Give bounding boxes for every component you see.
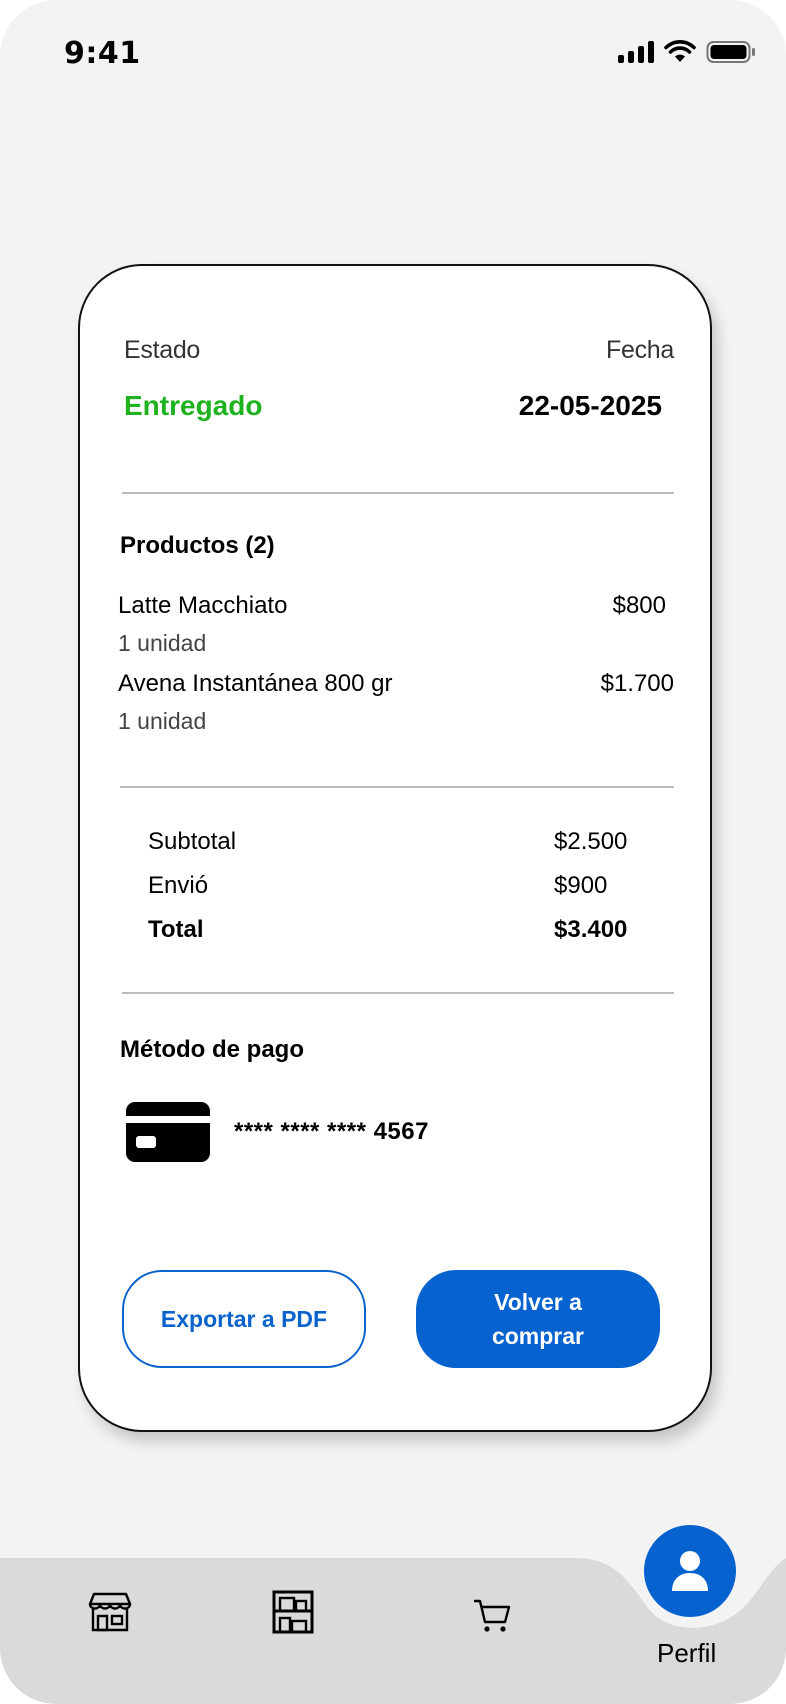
payment-method-title: Método de pago	[120, 1036, 304, 1063]
status-time: 9:41	[64, 36, 141, 71]
divider	[122, 492, 674, 494]
shipping-label: Envió	[148, 872, 209, 899]
order-detail-card: Estado Fecha Entregado 22-05-2025 Produc…	[78, 264, 712, 1432]
divider	[120, 786, 674, 788]
rebuy-button[interactable]: Volver a comprar	[416, 1270, 660, 1368]
date-value: 22-05-2025	[518, 390, 662, 421]
product-qty: 1 unidad	[118, 708, 207, 734]
credit-card-icon	[126, 1102, 210, 1162]
cart-icon[interactable]	[472, 1598, 512, 1634]
products-title: Productos (2)	[120, 532, 275, 559]
product-price: $800	[612, 592, 666, 619]
battery-icon	[706, 41, 755, 63]
fecha-label: Fecha	[606, 336, 674, 364]
subtotal-value: $2.500	[554, 828, 628, 855]
export-pdf-button[interactable]: Exportar a PDF	[122, 1270, 366, 1368]
total-label: Total	[148, 916, 204, 943]
user-icon	[672, 1551, 708, 1591]
subtotal-label: Subtotal	[148, 828, 237, 855]
card-number: **** **** **** 4567	[234, 1118, 429, 1145]
total-value: $3.400	[554, 916, 628, 943]
wifi-icon	[664, 40, 696, 62]
shelves-icon[interactable]	[272, 1590, 314, 1634]
product-price: $1.700	[600, 670, 674, 697]
phone-screen: 9:41 Estado Fecha Entregado 22-05-2025 P…	[0, 0, 786, 1704]
product-qty: 1 unidad	[118, 630, 207, 656]
product-name: Avena Instantánea 800 gr	[118, 670, 393, 697]
shipping-value: $900	[554, 872, 608, 899]
divider	[122, 992, 674, 994]
status-icons	[618, 38, 756, 66]
signal-icon	[618, 41, 654, 63]
nav-label-perfil: Perfil	[657, 1638, 717, 1668]
product-name: Latte Macchiato	[118, 592, 288, 619]
store-icon[interactable]	[88, 1592, 132, 1632]
profile-nav-button[interactable]	[644, 1525, 736, 1617]
status-value: Entregado	[124, 390, 263, 421]
estado-label: Estado	[124, 336, 201, 364]
